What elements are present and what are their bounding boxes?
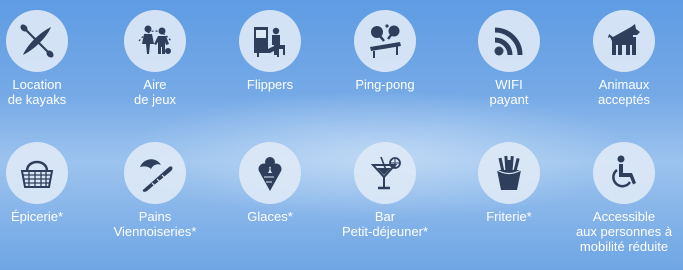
service-label: Flippers: [247, 77, 293, 92]
service-label-line1: Flippers: [246, 77, 294, 92]
service-pinball: Flippers: [210, 10, 330, 92]
service-icon-circle: [239, 142, 301, 204]
playground-icon: [138, 25, 172, 54]
fries-icon: [496, 155, 522, 190]
service-label-line1: Pains: [138, 209, 172, 224]
service-label-line2: acceptés: [597, 92, 651, 107]
service-label-line2: Petit-déjeuner*: [342, 224, 428, 239]
service-label-line2: payant: [489, 92, 529, 107]
service-icon-circle: [6, 10, 68, 72]
service-label-line1: Bar: [374, 209, 396, 224]
wheelchair-icon: [612, 155, 636, 188]
service-icon-circle: [354, 142, 416, 204]
pets-allowed-icon: [608, 24, 640, 55]
service-label-line1: Accessible: [592, 209, 656, 224]
service-ice-cream: Glaces*: [210, 142, 330, 224]
service-label: Bar Petit-déjeuner*: [342, 209, 428, 239]
service-icon-circle: [239, 10, 301, 72]
service-kayak: Location de kayaks: [0, 10, 97, 107]
services-grid: Location de kayaks Aire de jeux Flippers…: [0, 0, 683, 270]
service-pets: Animaux acceptés: [564, 10, 683, 107]
service-label: Accessible aux personnes à mobilité rédu…: [576, 209, 672, 254]
cocktail-bar-icon: [370, 156, 401, 190]
service-icon-circle: [593, 10, 655, 72]
service-icon-circle: [354, 10, 416, 72]
service-label-line2: Viennoiseries*: [113, 224, 197, 239]
service-icon-circle: [6, 142, 68, 204]
service-label-line1: WIFI: [495, 77, 523, 92]
service-label-line2: de jeux: [134, 92, 176, 107]
service-label-line1: Animaux: [598, 77, 650, 92]
service-label: Friterie*: [486, 209, 532, 224]
service-bar: Bar Petit-déjeuner*: [325, 142, 445, 239]
service-ping-pong: Ping-pong: [325, 10, 445, 92]
service-label: Pains Viennoiseries*: [114, 209, 197, 239]
grocery-basket-icon: [20, 160, 54, 188]
wifi-icon: [494, 27, 523, 56]
service-label: Ping-pong: [355, 77, 414, 92]
service-label: Location de kayaks: [8, 77, 67, 107]
service-accessible: Accessible aux personnes à mobilité rédu…: [564, 142, 683, 254]
ping-pong-icon: [370, 24, 401, 58]
service-icon-circle: [124, 142, 186, 204]
service-wifi: WIFI payant: [449, 10, 569, 107]
service-label: WIFI payant: [489, 77, 528, 107]
service-label-line1: Épicerie*: [10, 209, 64, 224]
service-label: Épicerie*: [11, 209, 63, 224]
service-icon-circle: [478, 10, 540, 72]
kayak-icon: [20, 24, 54, 58]
service-label-line1: Aire: [143, 77, 167, 92]
service-label-line2: aux personnes à: [575, 224, 673, 239]
service-label-line1: Friterie*: [486, 209, 532, 224]
pinball-icon: [254, 27, 285, 57]
service-icon-circle: [124, 10, 186, 72]
service-icon-circle: [478, 142, 540, 204]
service-label-line2: de kayaks: [7, 92, 67, 107]
service-label-line1: Ping-pong: [355, 77, 415, 92]
service-label: Animaux acceptés: [598, 77, 650, 107]
service-label: Aire de jeux: [134, 77, 176, 107]
service-icon-circle: [593, 142, 655, 204]
service-label-line1: Location: [12, 77, 62, 92]
service-label: Glaces*: [247, 209, 293, 224]
service-label-line1: Glaces*: [247, 209, 293, 224]
service-fries: Friterie*: [449, 142, 569, 224]
ice-cream-icon: [258, 157, 282, 191]
service-bakery: Pains Viennoiseries*: [95, 142, 215, 239]
service-label-line3: mobilité réduite: [579, 239, 669, 254]
bread-croissant-icon: [140, 159, 173, 192]
service-grocery: Épicerie*: [0, 142, 97, 224]
service-playground: Aire de jeux: [95, 10, 215, 107]
